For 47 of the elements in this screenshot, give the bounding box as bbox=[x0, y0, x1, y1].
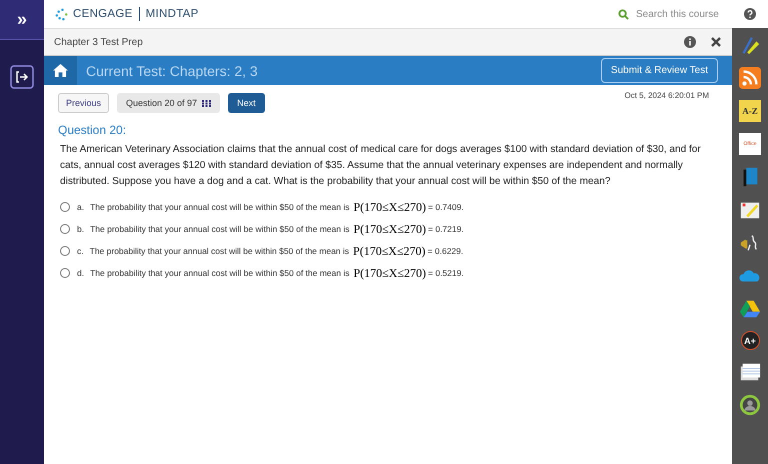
notecards-icon[interactable] bbox=[739, 361, 761, 383]
option-value: = 0.6229. bbox=[428, 246, 464, 256]
option-text: The probability that your annual cost will be within $50 of the mean is bbox=[90, 268, 350, 278]
next-button[interactable]: Next bbox=[228, 93, 265, 113]
rss-icon[interactable] bbox=[739, 67, 761, 89]
triangle-icon[interactable] bbox=[739, 298, 761, 320]
breadcrumb: Chapter 3 Test Prep bbox=[54, 36, 143, 48]
timestamp: Oct 5, 2024 6:20:01 PM bbox=[624, 91, 709, 100]
option-text: The probability that your annual cost will be within $50 of the mean is bbox=[90, 224, 350, 234]
home-button[interactable] bbox=[44, 56, 77, 85]
question-text: The American Veterinary Association claims that the annual cost of medical care for dogs averages $100 with standard deviation of $30, and for cats, annual cost averages $120 with standard deviation of $35. Assume that the annual veterinary expenses are independent and normally distributed. Suppose you have a dog and a cat. What is the probability that your annual cost will be within $50 of the mean? bbox=[60, 143, 702, 189]
radio-button[interactable] bbox=[60, 246, 70, 256]
option-text: The probability that your annual cost will be within $50 of the mean is bbox=[90, 246, 350, 256]
test-title: Current Test: Chapters: 2, 3 bbox=[86, 62, 258, 78]
logo-icon bbox=[54, 6, 69, 22]
option-letter: d. bbox=[77, 268, 84, 278]
question-selector[interactable]: Question 20 of 97 bbox=[117, 93, 220, 113]
option-text: The probability that your annual cost will be within $50 of the mean is bbox=[90, 202, 350, 212]
option-value: = 0.7219. bbox=[428, 224, 464, 234]
home-icon bbox=[53, 64, 68, 77]
probability-formula: P(170≤X≤270) bbox=[354, 222, 426, 236]
a-z-button[interactable]: A-Z bbox=[739, 100, 761, 122]
a-plus-button[interactable]: A+ bbox=[740, 331, 760, 350]
option-value: = 0.7409. bbox=[428, 202, 464, 212]
submit-review-button[interactable]: Submit & Review Test bbox=[600, 58, 718, 83]
option-letter: b. bbox=[77, 224, 84, 234]
help-icon[interactable] bbox=[744, 8, 756, 20]
probability-formula: P(170≤X≤270) bbox=[353, 244, 426, 258]
grid-icon bbox=[202, 100, 212, 106]
option-letter: a. bbox=[77, 202, 84, 212]
previous-button[interactable]: Previous bbox=[58, 93, 110, 113]
info-icon[interactable] bbox=[684, 36, 696, 48]
radio-button[interactable] bbox=[60, 268, 70, 278]
brand-name: CENGAGE bbox=[73, 8, 133, 20]
expand-button[interactable]: » bbox=[0, 0, 44, 40]
radio-button[interactable] bbox=[60, 202, 70, 212]
avatar-icon[interactable] bbox=[739, 394, 761, 416]
product-name: MINDTAP bbox=[146, 8, 199, 20]
search-icon[interactable] bbox=[618, 8, 629, 20]
question-label: Question 20: bbox=[58, 123, 128, 137]
probability-formula: P(170≤X≤270) bbox=[354, 200, 426, 214]
radio-button[interactable] bbox=[60, 224, 70, 234]
probability-formula: P(170≤X≤270) bbox=[354, 266, 426, 280]
option-value: = 0.5219. bbox=[428, 268, 464, 278]
close-icon[interactable] bbox=[710, 36, 722, 48]
exit-icon[interactable] bbox=[10, 65, 34, 89]
option-letter: c. bbox=[77, 246, 84, 256]
